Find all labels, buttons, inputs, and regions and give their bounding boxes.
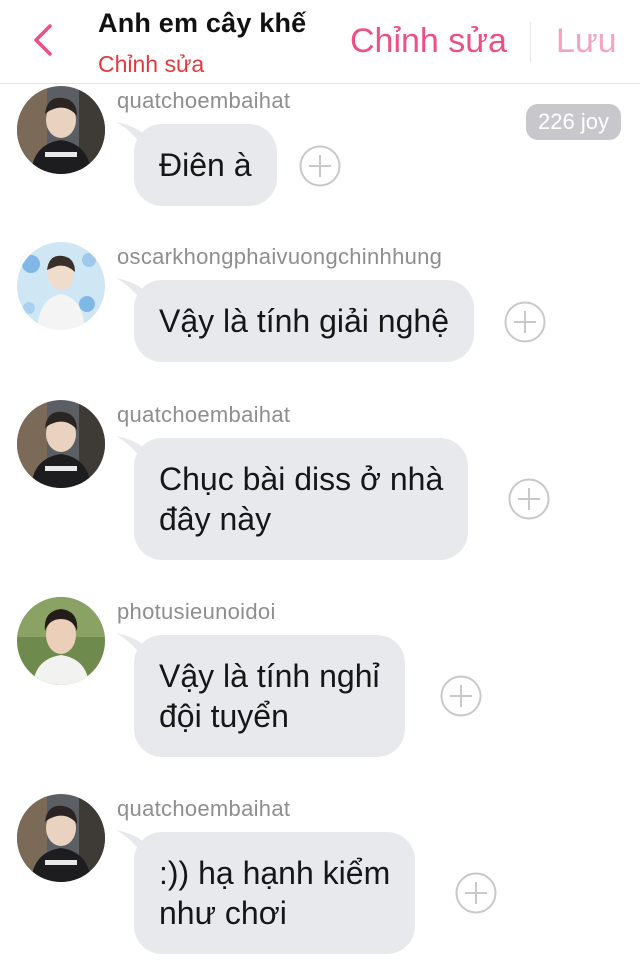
message-text: Vậy là tính giải nghệ <box>159 303 449 339</box>
message-text-line: đội tuyển <box>159 698 289 734</box>
score-badge: 226 joy <box>526 104 621 140</box>
save-button[interactable]: Lưu <box>556 22 617 61</box>
header-divider <box>530 22 531 62</box>
username: quatchoembaihat <box>117 88 291 113</box>
add-reaction-icon[interactable] <box>504 301 546 343</box>
add-reaction-icon[interactable] <box>440 675 482 717</box>
username: oscarkhongphaivuongchinhhung <box>117 244 443 269</box>
username: quatchoembaihat <box>117 402 291 427</box>
edit-button[interactable]: Chỉnh sửa <box>350 22 507 61</box>
message-bubble[interactable]: :)) hạ hạnh kiểm như chơi <box>134 832 416 954</box>
add-reaction-icon[interactable] <box>455 872 497 914</box>
back-chevron-icon[interactable] <box>30 22 58 58</box>
avatar[interactable] <box>17 597 105 685</box>
message-text-line: :)) hạ hạnh kiểm <box>159 855 391 891</box>
message-bubble[interactable]: Chục bài diss ở nhà đây này <box>134 438 469 560</box>
message-text: Điên à <box>159 147 252 183</box>
avatar[interactable] <box>17 794 105 882</box>
username: photusieunoidoi <box>117 599 276 624</box>
add-reaction-icon[interactable] <box>299 145 341 187</box>
message-bubble[interactable]: Vậy là tính giải nghệ <box>134 280 474 362</box>
add-reaction-icon[interactable] <box>508 478 550 520</box>
avatar[interactable] <box>17 400 105 488</box>
avatar[interactable] <box>17 86 105 174</box>
message-bubble[interactable]: Điên à <box>134 124 277 206</box>
chat-header: Anh em cây khế Chỉnh sửa Chỉnh sửa Lưu <box>0 0 640 84</box>
chat-title: Anh em cây khế <box>98 8 307 38</box>
message-text-line: Vậy là tính nghỉ <box>159 658 380 694</box>
avatar[interactable] <box>17 242 105 330</box>
chat-subtitle: Chỉnh sửa <box>98 51 205 77</box>
message-text-line: đây này <box>159 501 272 537</box>
message-bubble[interactable]: Vậy là tính nghỉ đội tuyển <box>134 635 405 757</box>
username: quatchoembaihat <box>117 796 291 821</box>
message-text-line: Chục bài diss ở nhà <box>159 461 444 497</box>
message-text-line: như chơi <box>159 895 287 931</box>
